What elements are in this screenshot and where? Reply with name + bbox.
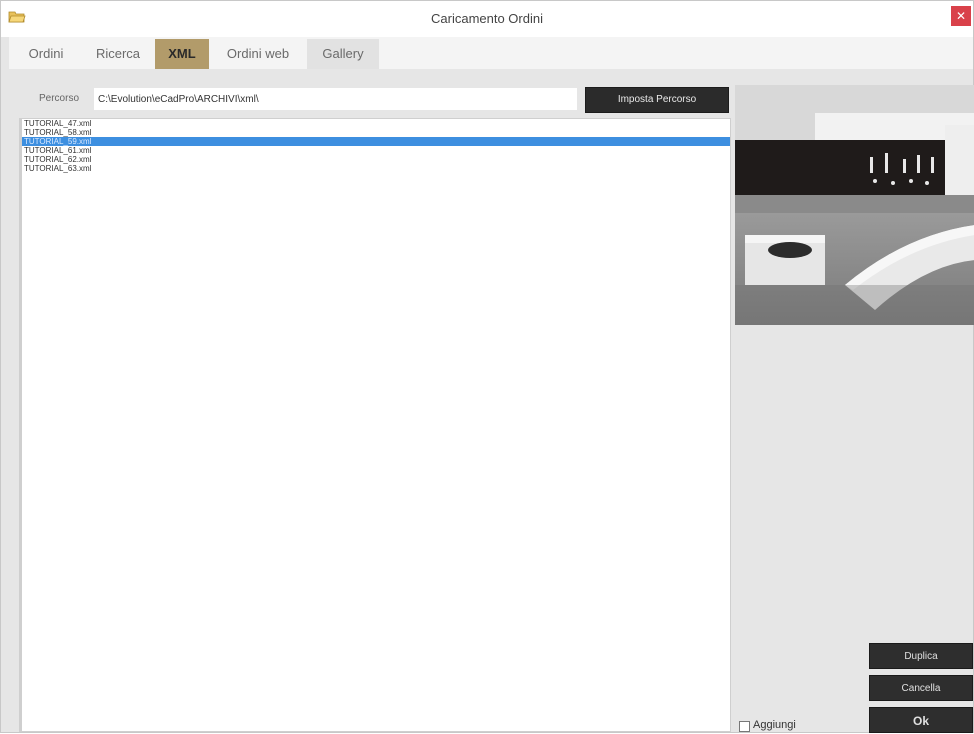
- path-input[interactable]: [93, 87, 578, 111]
- file-item[interactable]: TUTORIAL_63.xml: [22, 164, 730, 173]
- duplicate-button[interactable]: Duplica: [869, 643, 973, 669]
- caricamento-ordini-window: Caricamento Ordini ✕ Ordini Ricerca XML …: [0, 0, 974, 733]
- delete-button[interactable]: Cancella: [869, 675, 973, 701]
- tab-ricerca[interactable]: Ricerca: [87, 39, 149, 69]
- set-path-button[interactable]: Imposta Percorso: [585, 87, 729, 113]
- tab-xml[interactable]: XML: [155, 39, 209, 69]
- append-label: Aggiungi: [753, 719, 796, 731]
- title-bar: Caricamento Ordini ✕: [1, 1, 973, 37]
- file-item[interactable]: TUTORIAL_61.xml: [22, 146, 730, 155]
- file-item[interactable]: TUTORIAL_62.xml: [22, 155, 730, 164]
- ok-button[interactable]: Ok: [869, 707, 973, 733]
- tab-bar: Ordini Ricerca XML Ordini web Gallery: [9, 37, 973, 69]
- file-item-selected[interactable]: TUTORIAL_59.xml: [22, 137, 730, 146]
- tab-ordini-web[interactable]: Ordini web: [215, 39, 301, 69]
- kitchen-preview-image: [735, 85, 974, 325]
- path-label: Percorso: [39, 93, 80, 104]
- append-checkbox[interactable]: [739, 721, 750, 732]
- file-item[interactable]: TUTORIAL_47.xml: [22, 119, 730, 128]
- close-icon[interactable]: ✕: [951, 6, 971, 26]
- window-title: Caricamento Ordini: [431, 11, 543, 26]
- tab-gallery[interactable]: Gallery: [307, 39, 379, 69]
- tab-ordini[interactable]: Ordini: [17, 39, 75, 69]
- xml-file-list[interactable]: TUTORIAL_47.xml TUTORIAL_58.xml TUTORIAL…: [19, 118, 731, 732]
- file-item[interactable]: TUTORIAL_58.xml: [22, 128, 730, 137]
